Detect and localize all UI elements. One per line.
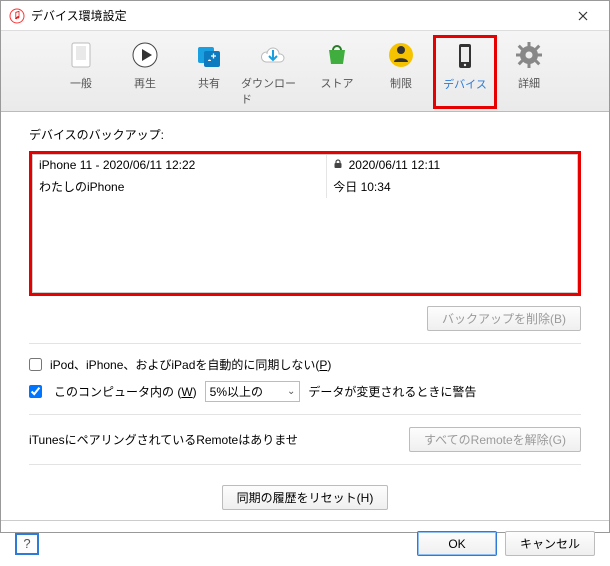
delete-backup-button[interactable]: バックアップを削除(B) [427,306,581,331]
remote-text: iTunesにペアリングされているRemoteはありませ [29,431,298,448]
tab-restrictions[interactable]: 制限 [369,35,433,109]
tab-label: ダウンロード [241,75,305,107]
tab-devices[interactable]: デバイス [433,35,497,109]
itunes-icon [9,8,25,24]
play-icon [127,37,163,73]
titlebar: デバイス環境設定 [1,1,609,31]
warn-suffix: データが変更されるときに警告 [308,383,476,400]
backup-name: わたしのiPhone [39,180,124,194]
tab-advanced[interactable]: 詳細 [497,35,561,109]
backup-row[interactable]: わたしのiPhone 今日 10:34 [33,175,577,198]
preferences-window: デバイス環境設定 一般 再生 共有 [0,0,610,533]
warn-row: このコンピュータ内の (W) 5%以上の ⌄ データが変更されるときに警告 [29,381,581,402]
cancel-button[interactable]: キャンセル [505,531,595,556]
reset-sync-history-button[interactable]: 同期の履歴をリセット(H) [222,485,389,510]
cancel-label: キャンセル [520,537,580,551]
restrict-icon [383,37,419,73]
ok-button[interactable]: OK [417,531,497,556]
body: デバイスのバックアップ: iPhone 11 - 2020/06/11 12:2… [1,112,609,520]
tab-label: 詳細 [518,75,540,91]
help-icon: ? [23,536,30,551]
store-icon [319,37,355,73]
tab-store[interactable]: ストア [305,35,369,109]
sharing-icon [191,37,227,73]
tab-playback[interactable]: 再生 [113,35,177,109]
warn-prefix: このコンピュータ内の (W) [54,383,197,400]
divider [29,343,581,344]
no-auto-sync-label: iPod、iPhone、およびiPadを自動的に同期しない(P) [50,356,331,373]
no-auto-sync-row[interactable]: iPod、iPhone、およびiPadを自動的に同期しない(P) [29,356,581,373]
tab-label: デバイス [443,76,487,92]
reset-sync-history-label: 同期の履歴をリセット(H) [237,491,374,505]
warn-checkbox[interactable] [29,385,42,398]
delete-backup-label: バックアップを削除(B) [442,312,566,326]
close-button[interactable] [565,1,601,31]
toolbar: 一般 再生 共有 ダウンロード ストア [1,31,609,112]
threshold-select[interactable]: 5%以上の ⌄ [205,381,301,402]
remote-row: iTunesにペアリングされているRemoteはありませ すべてのRemoteを… [29,427,581,452]
backup-list: iPhone 11 - 2020/06/11 12:22 2020/06/11 … [29,151,581,296]
unpair-remotes-button[interactable]: すべてのRemoteを解除(G) [409,427,581,452]
close-icon [578,11,588,21]
backup-date: 今日 10:34 [333,180,390,194]
tab-label: 再生 [134,75,156,91]
tab-sharing[interactable]: 共有 [177,35,241,109]
divider [29,464,581,465]
tab-label: ストア [321,75,354,91]
backup-date: 2020/06/11 12:11 [349,158,441,172]
tab-label: 共有 [198,75,220,91]
chevron-down-icon: ⌄ [287,386,295,397]
tab-general[interactable]: 一般 [49,35,113,109]
ok-label: OK [448,537,465,551]
backup-row[interactable]: iPhone 11 - 2020/06/11 12:22 2020/06/11 … [33,155,577,175]
tab-download[interactable]: ダウンロード [241,35,305,109]
device-icon [447,38,483,74]
threshold-value: 5%以上の [210,383,263,400]
backup-name: iPhone 11 - 2020/06/11 12:22 [39,158,195,172]
general-icon [63,37,99,73]
window-title: デバイス環境設定 [31,7,565,24]
download-icon [255,37,291,73]
tab-label: 一般 [70,75,92,91]
backups-heading: デバイスのバックアップ: [29,126,581,143]
no-auto-sync-checkbox[interactable] [29,358,42,371]
divider [29,414,581,415]
lock-icon [333,158,343,172]
help-button[interactable]: ? [15,533,39,555]
unpair-remotes-label: すべてのRemoteを解除(G) [424,433,566,447]
tab-label: 制限 [390,75,412,91]
footer: ? OK キャンセル [1,520,609,566]
gear-icon [511,37,547,73]
